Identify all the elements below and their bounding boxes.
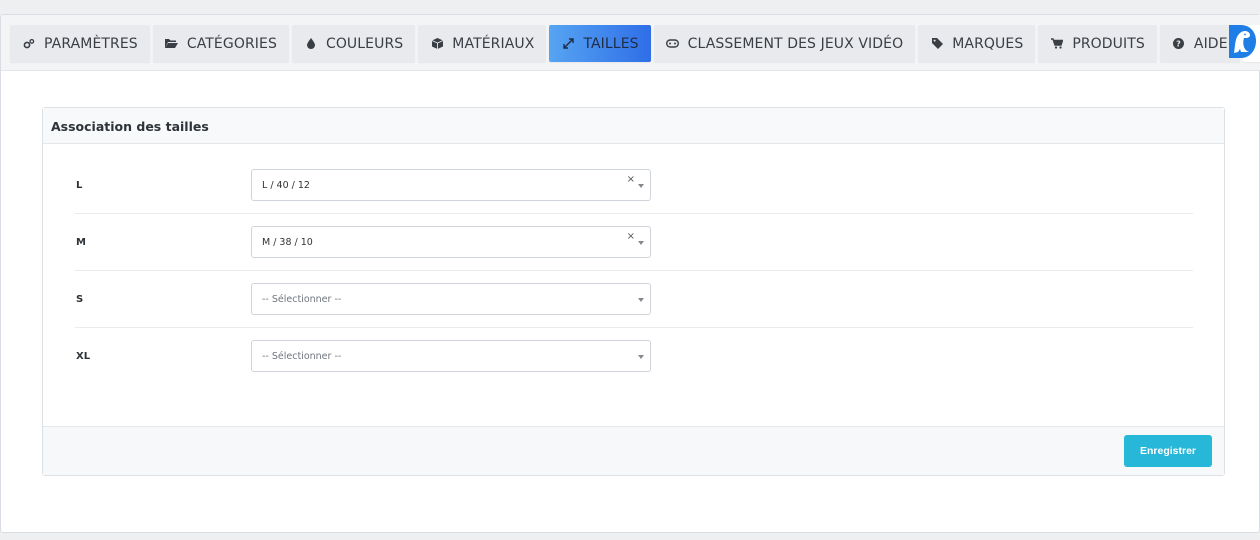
tab-label: PARAMÈTRES [44,35,138,52]
size-row-l: L L / 40 / 12 × [75,157,1193,214]
folder-open-icon [165,37,179,51]
select-placeholder: -- Sélectionner -- [262,351,342,362]
svg-text:?: ? [1177,40,1182,49]
tag-icon [930,37,944,51]
clear-icon[interactable]: × [627,232,635,242]
tab-label: TAILLES [583,35,639,52]
tab-label: PRODUITS [1072,35,1145,52]
select-value: M / 38 / 10 [262,237,313,248]
card-title: Association des tailles [43,108,1224,144]
size-select-l[interactable]: L / 40 / 12 × [251,169,651,201]
app-logo [1225,23,1259,61]
tab-tailles[interactable]: TAILLES [549,25,651,62]
size-label: L [76,180,83,191]
tab-label: COULEURS [325,35,404,52]
tab-label: MATÉRIAUX [452,35,535,52]
size-association-card: Association des tailles L L / 40 / 12 × … [42,107,1225,476]
cube-icon [430,37,444,51]
chevron-down-icon [638,298,644,302]
size-row-xl: XL -- Sélectionner -- [75,328,1193,385]
size-row-m: M M / 38 / 10 × [75,214,1193,271]
tab-label: CLASSEMENT DES JEUX VIDÉO [687,35,904,52]
module-tab-bar: PARAMÈTRES CATÉGORIES COULEURS MATÉRIAUX [1,15,1260,71]
tab-label: AIDE [1193,35,1228,52]
tab-classement-jeux-video[interactable]: CLASSEMENT DES JEUX VIDÉO [653,25,916,62]
size-select-m[interactable]: M / 38 / 10 × [251,226,651,258]
size-row-s: S -- Sélectionner -- [75,271,1193,328]
tab-materiaux[interactable]: MATÉRIAUX [418,25,547,62]
chevron-down-icon [638,241,644,245]
chevron-down-icon [638,355,644,359]
tab-marques[interactable]: MARQUES [918,25,1036,62]
tab-produits[interactable]: PRODUITS [1038,25,1157,62]
chevron-down-icon [638,184,644,188]
select-value: L / 40 / 12 [262,180,310,191]
tab-label: MARQUES [952,35,1024,52]
tab-categories[interactable]: CATÉGORIES [152,25,289,62]
app-frame: PARAMÈTRES CATÉGORIES COULEURS MATÉRIAUX [0,14,1260,533]
card-footer: Enregistrer [43,426,1224,475]
size-label: XL [76,351,91,362]
gears-icon [22,37,36,51]
size-select-xl[interactable]: -- Sélectionner -- [251,340,651,372]
droplet-icon [304,37,318,51]
size-select-s[interactable]: -- Sélectionner -- [251,283,651,315]
cart-icon [1050,37,1064,51]
gamepad-icon [666,37,680,51]
select-placeholder: -- Sélectionner -- [262,294,342,305]
clear-icon[interactable]: × [627,175,635,185]
tab-list: PARAMÈTRES CATÉGORIES COULEURS MATÉRIAUX [10,25,1260,62]
question-circle-icon: ? [1172,37,1186,51]
expand-arrows-icon [561,37,575,51]
save-button[interactable]: Enregistrer [1124,435,1212,467]
tab-couleurs[interactable]: COULEURS [291,25,416,62]
size-label: S [76,294,84,305]
tab-label: CATÉGORIES [186,35,277,52]
size-label: M [76,237,86,248]
tab-parametres[interactable]: PARAMÈTRES [10,25,150,62]
